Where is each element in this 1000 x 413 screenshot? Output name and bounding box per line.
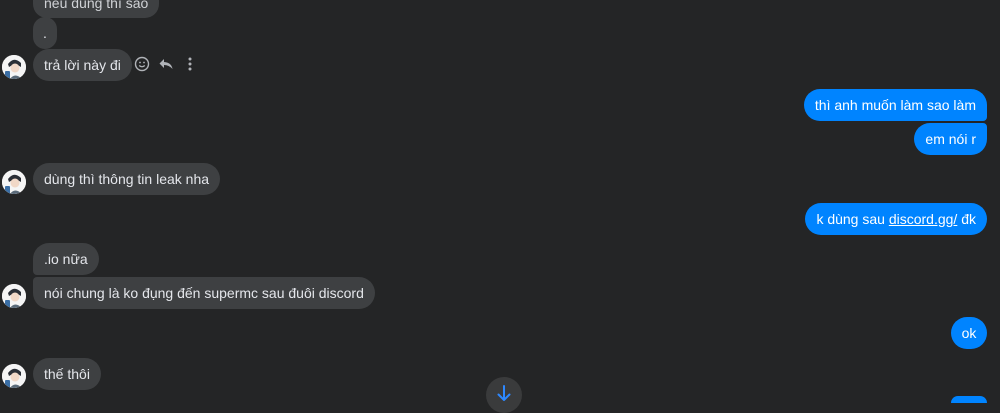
message-text: trả lời này đi bbox=[44, 57, 121, 73]
smiley-icon[interactable] bbox=[134, 56, 150, 72]
message-text: nói chung là ko đụng đến supermc sau đuô… bbox=[44, 285, 364, 301]
message-text: .io nữa bbox=[44, 251, 88, 267]
message-outgoing[interactable] bbox=[951, 396, 987, 403]
message-text: ok bbox=[961, 325, 977, 341]
message-outgoing[interactable]: ok bbox=[951, 317, 987, 349]
message-incoming[interactable]: . bbox=[33, 17, 57, 49]
more-vertical-icon[interactable] bbox=[182, 56, 198, 72]
message-text: đk bbox=[957, 211, 976, 227]
discord-link[interactable]: discord.gg/ bbox=[889, 211, 957, 227]
message-incoming[interactable]: trả lời này đi bbox=[33, 49, 132, 81]
avatar[interactable] bbox=[2, 364, 26, 388]
message-text: thế thôi bbox=[44, 366, 90, 382]
message-text: nếu dùng thì sao bbox=[44, 0, 149, 11]
message-text: dùng thì thông tin leak nha bbox=[44, 171, 210, 187]
message-outgoing[interactable]: em nói r bbox=[914, 123, 987, 155]
avatar[interactable] bbox=[2, 170, 26, 194]
message-incoming[interactable]: dùng thì thông tin leak nha bbox=[33, 163, 221, 195]
scroll-to-bottom-button[interactable] bbox=[486, 377, 522, 413]
message-text: thì anh muốn làm sao làm bbox=[814, 97, 976, 113]
message-incoming[interactable]: thế thôi bbox=[33, 358, 101, 390]
reply-icon[interactable] bbox=[158, 56, 174, 72]
message-text: em nói r bbox=[925, 131, 976, 147]
message-outgoing[interactable]: thì anh muốn làm sao làm bbox=[803, 89, 987, 121]
chat-thread[interactable]: nếu dùng thì sao . trả lời này đi thì an… bbox=[0, 0, 1000, 413]
message-incoming[interactable]: nói chung là ko đụng đến supermc sau đuô… bbox=[33, 277, 375, 309]
message-incoming[interactable]: .io nữa bbox=[33, 243, 99, 275]
message-outgoing[interactable]: k dùng sau discord.gg/ đk bbox=[805, 203, 987, 235]
message-incoming[interactable]: nếu dùng thì sao bbox=[33, 0, 160, 18]
message-text: k dùng sau bbox=[816, 211, 889, 227]
message-text: . bbox=[43, 25, 47, 41]
avatar[interactable] bbox=[2, 55, 26, 79]
message-actions bbox=[134, 56, 198, 72]
avatar[interactable] bbox=[2, 284, 26, 308]
